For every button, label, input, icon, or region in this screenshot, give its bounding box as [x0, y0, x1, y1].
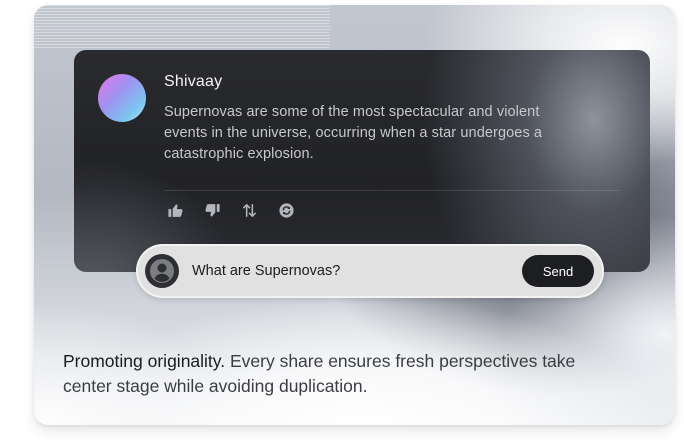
message-divider: [164, 190, 619, 191]
chat-input[interactable]: [192, 259, 512, 283]
assistant-avatar: [98, 74, 146, 122]
regenerate-icon: [279, 203, 294, 218]
user-icon: [150, 259, 174, 283]
feature-caption: Promoting originality. Every share ensur…: [63, 349, 603, 398]
feature-card: Shivaay Supernovas are some of the most …: [34, 5, 675, 425]
message-text: Supernovas are some of the most spectacu…: [164, 104, 543, 162]
message-author: Shivaay: [164, 73, 223, 90]
swap-vertical-icon: [243, 204, 256, 217]
message-actions: [166, 201, 296, 220]
thumbs-up-button[interactable]: [166, 201, 185, 220]
thumbs-down-button[interactable]: [203, 201, 222, 220]
message-composer: Send: [136, 244, 604, 298]
user-avatar: [145, 254, 179, 288]
caption-highlight: Promoting originality.: [63, 351, 226, 371]
thumbs-up-icon: [168, 204, 183, 217]
send-button[interactable]: Send: [522, 255, 594, 287]
decorative-stripes: [34, 5, 330, 49]
thumbs-down-icon: [205, 204, 220, 217]
swap-button[interactable]: [240, 201, 259, 220]
chat-message-panel: Shivaay Supernovas are some of the most …: [74, 50, 650, 272]
regenerate-button[interactable]: [277, 201, 296, 220]
page-canvas: Shivaay Supernovas are some of the most …: [0, 0, 684, 440]
